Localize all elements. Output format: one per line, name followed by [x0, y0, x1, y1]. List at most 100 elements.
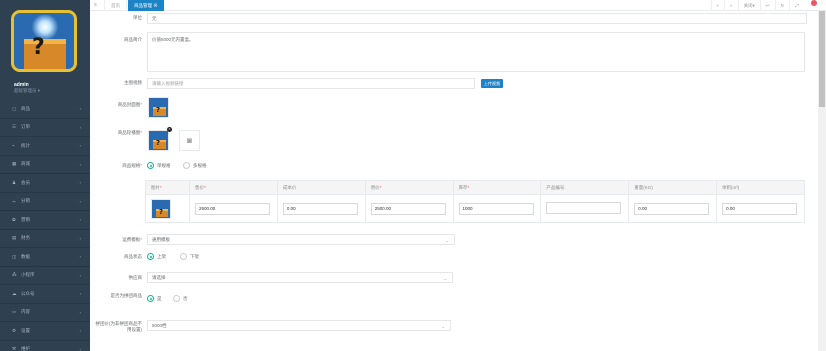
column-header: 体积(m³) — [716, 180, 805, 195]
carousel-image-thumb[interactable]: ? — [148, 130, 169, 151]
upload-video-button[interactable]: 上传视频 — [481, 79, 503, 88]
tab-product-manage[interactable]: 商品管理 ⊗ — [128, 0, 164, 11]
question-mark: ? — [159, 207, 164, 216]
sidebar-item[interactable]: ▦ 商城 › — [0, 156, 90, 174]
spec-label-text: 商品规格 — [122, 163, 141, 168]
sidebar-item[interactable]: ◫ 数据 › — [0, 248, 90, 267]
sidebar-item[interactable]: ✿ 营销 › — [0, 211, 90, 230]
wrench-icon: ⚒ — [12, 346, 17, 351]
spec-cell-input[interactable]: 0.00 — [634, 202, 710, 215]
sidebar-item[interactable]: ⌁ 统计 › — [0, 137, 90, 156]
unit-input[interactable]: 元 — [147, 13, 807, 24]
refresh-button[interactable]: ↻ — [774, 0, 790, 11]
store-icon: ▦ — [12, 161, 17, 167]
spec-cell-input[interactable]: 2500.00 — [195, 202, 270, 215]
sidebar-item[interactable]: ⁂ 小程序 › — [0, 267, 90, 285]
video-url-input[interactable]: 请输入视频链接 — [147, 78, 475, 89]
sidebar-item[interactable]: ☰ 订单 › — [0, 119, 90, 137]
spec-cell-input[interactable]: 2500.00 — [370, 202, 446, 215]
column-header-text: 产品编号 — [546, 184, 565, 190]
sidebar-item[interactable]: ♟ 会员 › — [0, 174, 90, 193]
spec-single-radio[interactable]: 单规格 — [147, 162, 171, 169]
spec-cell-input[interactable]: 1000 — [458, 202, 534, 215]
sidebar-item[interactable]: ☁ 公众号 › — [0, 285, 90, 304]
radio-off-icon — [180, 253, 187, 260]
chevron-right-icon: › — [79, 254, 81, 259]
camera-icon[interactable]: ◙ — [179, 130, 200, 151]
sidebar-item[interactable]: ⚙ 设置 › — [0, 322, 90, 341]
scroll-right-button[interactable]: » — [724, 0, 738, 11]
group-price-select[interactable]: 5000档 ⌄ — [147, 320, 451, 331]
chevron-down-icon: ⌄ — [441, 324, 445, 329]
group-yes-radio[interactable]: 是 — [147, 295, 162, 302]
radio-off-icon — [183, 162, 190, 169]
wechat-icon: ☁ — [12, 290, 17, 296]
list-icon: ☰ — [12, 124, 17, 130]
status-on-radio[interactable]: 上架 — [147, 253, 166, 260]
avatar[interactable]: ? — [11, 10, 77, 72]
status-off-radio[interactable]: 下架 — [180, 253, 199, 260]
sidebar-item[interactable]: ▤ 财务 › — [0, 230, 90, 248]
menu-toggle-icon[interactable]: ≡ — [94, 2, 97, 8]
table-cell — [540, 194, 630, 223]
spec-cell-input[interactable]: 0.00 — [282, 202, 358, 215]
user-role-dropdown[interactable]: 超级管理员 ▾ — [14, 88, 40, 94]
group-price-label: 拼团价(为非拼团商品不用设置) — [95, 321, 143, 332]
supplier-value: 请选择 — [152, 275, 166, 280]
sidebar-item-label: 商品 — [21, 105, 30, 111]
back-button[interactable]: ↩ — [759, 0, 775, 11]
sidebar-item[interactable]: ⤳ 分销 › — [0, 193, 90, 211]
close-tabs-dropdown[interactable]: 关闭▾ — [737, 0, 760, 11]
sidebar-item-label: 数据 — [21, 253, 30, 259]
fullscreen-button[interactable]: ⤢ — [789, 0, 804, 11]
spec-image-thumb[interactable]: ? — [151, 198, 171, 219]
radio-on-icon — [147, 162, 154, 169]
required-mark: * — [140, 237, 142, 242]
required-mark: * — [379, 184, 382, 190]
sidebar-item[interactable]: ⚒ 维护 › — [0, 341, 90, 351]
group-no-radio[interactable]: 否 — [173, 295, 188, 302]
sidebar-item-label: 内容 — [21, 309, 30, 315]
chart-icon: ⌁ — [12, 142, 15, 148]
required-mark: * — [204, 184, 206, 190]
unit-label: 单位 — [133, 15, 142, 20]
chevron-down-icon: ⌄ — [443, 276, 447, 281]
chevron-right-icon: › — [79, 124, 81, 130]
sidebar-item-label: 订单 — [21, 124, 30, 130]
sidebar-item-label: 会员 — [21, 179, 30, 185]
spec-multi-radio[interactable]: 多规格 — [183, 162, 207, 169]
chevron-right-icon: › — [79, 143, 81, 148]
column-header: 库存* — [452, 180, 542, 195]
radio-on-icon — [147, 295, 154, 302]
scroll-left-button[interactable]: « — [710, 0, 725, 11]
tab-home[interactable]: 首页 — [104, 0, 127, 11]
chevron-right-icon: › — [79, 180, 81, 185]
sidebar-item-label: 维护 — [21, 346, 30, 351]
column-header-text: 成本价 — [282, 184, 297, 190]
apps-icon: ⁂ — [12, 272, 17, 278]
cover-image-thumb[interactable]: ? — [148, 97, 169, 118]
group-price-value: 5000档 — [152, 323, 167, 328]
mystery-box — [24, 39, 66, 69]
sidebar-item-label: 设置 — [21, 327, 30, 333]
scrollbar[interactable] — [818, 11, 826, 351]
required-mark: * — [140, 163, 142, 168]
column-header: 产品编号 — [540, 180, 630, 195]
description-textarea[interactable]: 价值5000元内置盒。 — [147, 32, 805, 72]
sidebar-item[interactable]: ▭ 内容 › — [0, 304, 90, 322]
spec-cell-input[interactable]: 0.00 — [722, 202, 798, 215]
remove-image-icon[interactable]: × — [167, 127, 172, 132]
sidebar-item-label: 营销 — [21, 216, 30, 222]
sidebar-item[interactable]: ▢ 商品 › — [0, 100, 90, 119]
shipping-template-select[interactable]: 通用模板 ⌄ — [147, 234, 455, 245]
notification-icon[interactable] — [810, 0, 820, 11]
carousel-label-text: 商品轮播图 — [117, 130, 141, 135]
table-cell: 2500.00 — [189, 194, 278, 223]
scrollbar-thumb[interactable] — [819, 11, 825, 107]
spec-cell-input[interactable] — [546, 202, 622, 214]
supplier-select[interactable]: 请选择 ⌄ — [147, 272, 453, 283]
radio-off-icon — [173, 295, 180, 302]
database-icon: ◫ — [12, 253, 17, 259]
chevron-right-icon: › — [79, 106, 81, 111]
table-cell: 0.00 — [276, 194, 366, 223]
